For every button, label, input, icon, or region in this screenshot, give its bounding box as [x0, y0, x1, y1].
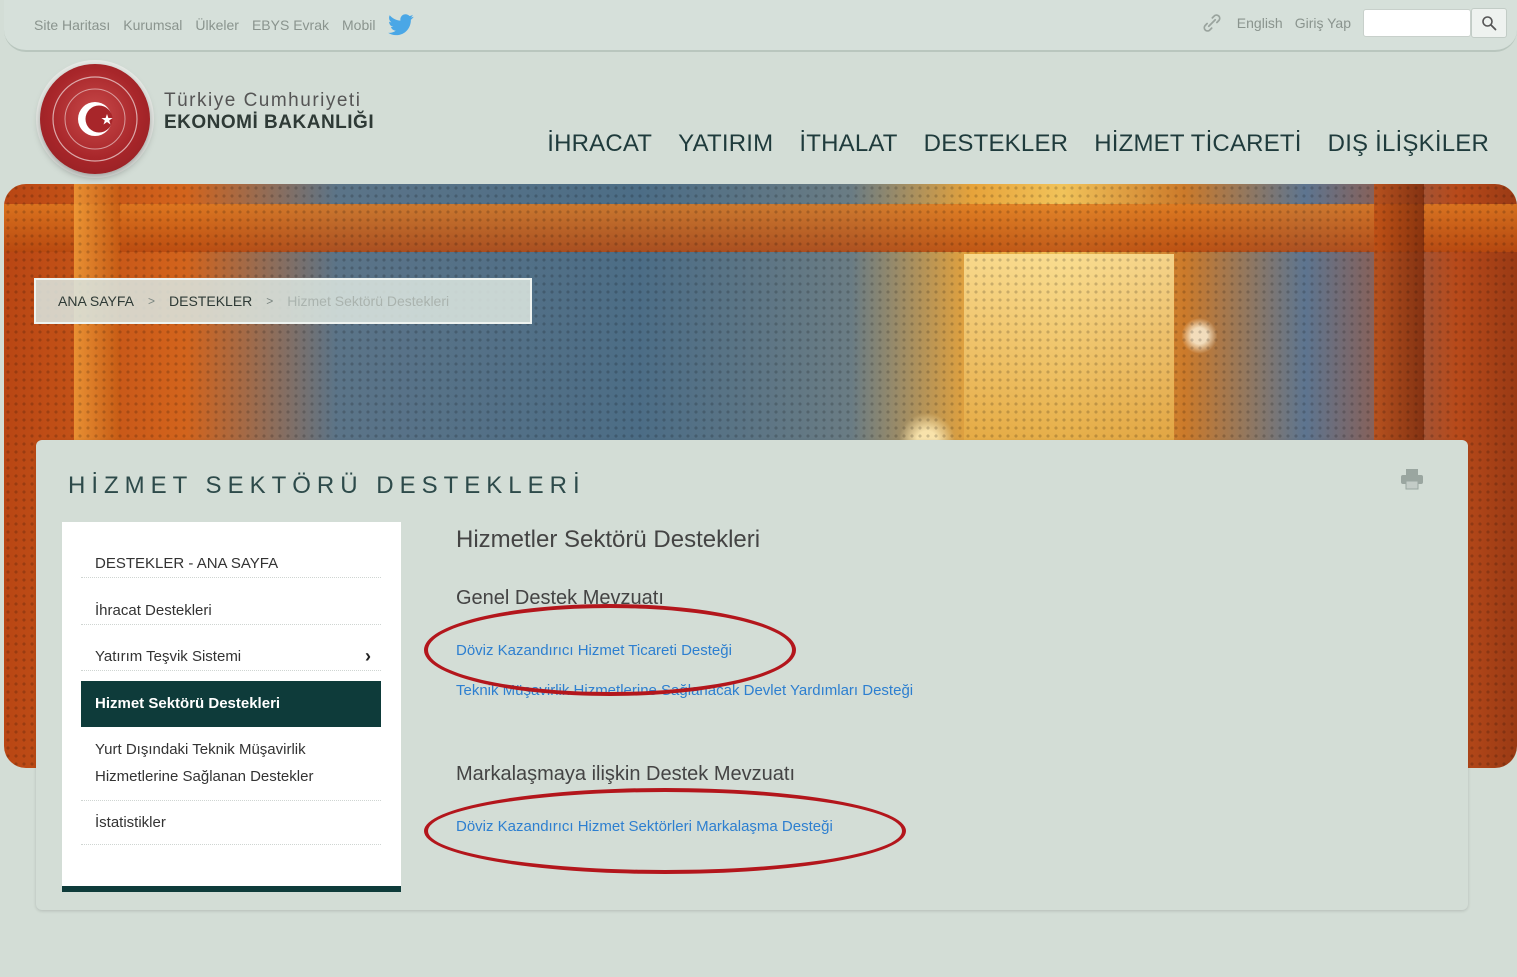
- sidebar-item-supports-home[interactable]: DESTEKLER - ANA SAYFA: [81, 550, 381, 578]
- nav-imports[interactable]: İTHALAT: [799, 130, 897, 158]
- breadcrumb-home[interactable]: ANA SAYFA: [58, 293, 134, 309]
- nav-foreign-relations[interactable]: DIŞ İLİŞKİLER: [1328, 130, 1489, 158]
- top-link-mobile[interactable]: Mobil: [342, 17, 375, 33]
- page-title: HİZMET SEKTÖRÜ DESTEKLERİ: [68, 472, 586, 499]
- search-input[interactable]: [1363, 9, 1471, 37]
- sidebar-item-label: Hizmet Sektörü Destekleri: [95, 695, 281, 712]
- main-navigation: İHRACAT YATIRIM İTHALAT DESTEKLER HİZMET…: [547, 130, 1489, 158]
- content-heading: Hizmetler Sektörü Destekleri: [456, 526, 761, 553]
- brand-line-2: EKONOMİ BAKANLIĞI: [164, 112, 375, 133]
- nav-investment[interactable]: YATIRIM: [678, 130, 773, 158]
- top-links: Site Haritası Kurumsal Ülkeler EBYS Evra…: [34, 14, 415, 36]
- sidebar-item-label: İhracat Destekleri: [95, 602, 212, 619]
- sidebar-menu: DESTEKLER - ANA SAYFA İhracat Destekleri…: [62, 522, 401, 892]
- twitter-icon[interactable]: [388, 14, 415, 36]
- seal-emblem: [52, 76, 138, 162]
- top-link-countries[interactable]: Ülkeler: [195, 17, 239, 33]
- sidebar-item-label: İstatistikler: [95, 814, 166, 831]
- annotation-ellipse: [424, 788, 906, 874]
- sidebar-item-label-line2: Hizmetlerine Sağlanan Destekler: [95, 768, 314, 785]
- sidebar-item-service-sector-supports[interactable]: Hizmet Sektörü Destekleri: [81, 681, 381, 727]
- top-link-corporate[interactable]: Kurumsal: [123, 17, 182, 33]
- top-link-site-map[interactable]: Site Haritası: [34, 17, 110, 33]
- breadcrumb-separator: >: [266, 294, 274, 308]
- brand-line-1: Türkiye Cumhuriyeti: [164, 90, 362, 111]
- ministry-seal-logo[interactable]: [40, 64, 150, 174]
- search-button[interactable]: [1471, 8, 1507, 38]
- print-icon[interactable]: [1400, 468, 1424, 490]
- sidebar-item-label: DESTEKLER - ANA SAYFA: [95, 555, 279, 572]
- english-link[interactable]: English: [1237, 15, 1283, 31]
- sidebar-item-label-line1: Yurt Dışındaki Teknik Müşavirlik: [95, 741, 306, 758]
- link-icon[interactable]: [1199, 10, 1225, 36]
- top-utility-bar: Site Haritası Kurumsal Ülkeler EBYS Evra…: [4, 0, 1517, 52]
- nav-service-trade[interactable]: HİZMET TİCARETİ: [1094, 130, 1301, 158]
- sidebar-item-label: Yatırım Teşvik Sistemi: [95, 648, 242, 665]
- chevron-right-icon: ›: [365, 646, 371, 666]
- breadcrumb-current: Hizmet Sektörü Destekleri: [287, 293, 450, 309]
- top-link-ebys[interactable]: EBYS Evrak: [252, 17, 329, 33]
- search-icon: [1482, 16, 1497, 31]
- nav-exports[interactable]: İHRACAT: [547, 130, 652, 158]
- sidebar-item-investment-incentive[interactable]: Yatırım Teşvik Sistemi ›: [81, 643, 381, 671]
- nav-supports[interactable]: DESTEKLER: [924, 130, 1069, 158]
- annotation-ellipse: [424, 604, 796, 696]
- sidebar-item-statistics[interactable]: İstatistikler: [81, 809, 381, 845]
- breadcrumb-separator: >: [148, 294, 156, 308]
- sidebar-item-export-supports[interactable]: İhracat Destekleri: [81, 597, 381, 625]
- breadcrumb: ANA SAYFA > DESTEKLER > Hizmet Sektörü D…: [34, 278, 532, 324]
- breadcrumb-parent[interactable]: DESTEKLER: [169, 293, 252, 309]
- top-right-tools: English Giriş Yap: [1199, 8, 1507, 38]
- section-title-branding: Markalaşmaya ilişkin Destek Mevzuatı: [456, 763, 795, 785]
- login-link[interactable]: Giriş Yap: [1295, 15, 1351, 31]
- sidebar-item-technical-consultancy[interactable]: Yurt Dışındaki Teknik Müşavirlik Hizmetl…: [81, 736, 381, 801]
